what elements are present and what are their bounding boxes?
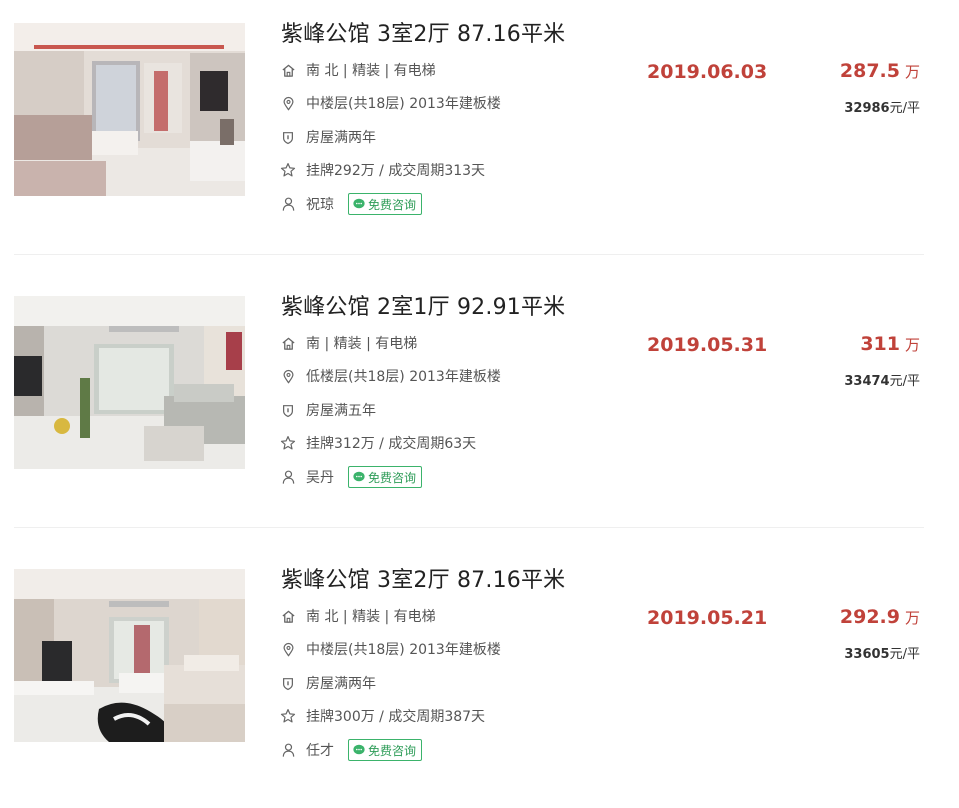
star-icon xyxy=(280,162,296,178)
total-price-unit: 万 xyxy=(904,336,920,354)
location-pin-icon xyxy=(280,95,296,111)
listing-photo[interactable] xyxy=(14,569,245,742)
floor-info-row: 低楼层(共18层) 2013年建板楼 xyxy=(280,365,501,387)
floor-info-text: 中楼层(共18层) 2013年建板楼 xyxy=(306,642,501,658)
deal-info-text: 挂牌292万 / 成交周期313天 xyxy=(306,163,486,179)
house-icon xyxy=(280,335,296,351)
listing-title[interactable]: 紫峰公馆 3室2厅 87.16平米 xyxy=(281,562,565,594)
house-info-text: 南 北 | 精装 | 有电梯 xyxy=(306,609,436,625)
house-info-text: 南 北 | 精装 | 有电梯 xyxy=(306,63,436,79)
shield-icon xyxy=(280,402,296,418)
free-consult-label: 免费咨询 xyxy=(368,470,417,485)
total-price-value: 292.9 xyxy=(839,606,900,628)
unit-price-value: 33474 xyxy=(844,374,890,389)
agent-name[interactable]: 吴丹 xyxy=(306,467,334,487)
unit-price: 33474元/平 xyxy=(844,370,920,389)
total-price-unit: 万 xyxy=(904,63,920,81)
deal-info-text: 挂牌312万 / 成交周期63天 xyxy=(306,436,477,452)
listing-photo[interactable] xyxy=(14,23,245,196)
unit-price-value: 33605 xyxy=(844,647,890,662)
house-icon xyxy=(280,62,296,78)
agent-row: 吴丹 免费咨询 xyxy=(280,466,423,488)
person-icon xyxy=(280,196,296,212)
total-price: 287.5 万 xyxy=(840,60,920,82)
deal-date: 2019.05.21 xyxy=(647,607,768,629)
house-info-row: 南 北 | 精装 | 有电梯 xyxy=(280,605,436,627)
deal-info-text: 挂牌300万 / 成交周期387天 xyxy=(306,709,486,725)
listing-item[interactable]: 紫峰公馆 2室1厅 92.91平米 南 | 精装 | 有电梯 低楼层(共18层)… xyxy=(0,273,959,535)
listing-title[interactable]: 紫峰公馆 2室1厅 92.91平米 xyxy=(281,289,565,321)
unit-price-suffix: 元/平 xyxy=(889,374,920,389)
location-pin-icon xyxy=(280,641,296,657)
total-price-unit: 万 xyxy=(904,609,920,627)
unit-price-suffix: 元/平 xyxy=(889,647,920,662)
unit-price: 32986元/平 xyxy=(844,97,920,116)
total-price-value: 287.5 xyxy=(839,60,900,82)
unit-price-suffix: 元/平 xyxy=(889,101,920,116)
free-consult-label: 免费咨询 xyxy=(368,743,417,758)
shield-icon xyxy=(280,675,296,691)
divider xyxy=(14,254,924,255)
floor-info-row: 中楼层(共18层) 2013年建板楼 xyxy=(280,92,501,114)
floor-info-text: 低楼层(共18层) 2013年建板楼 xyxy=(306,369,501,385)
floor-info-row: 中楼层(共18层) 2013年建板楼 xyxy=(280,638,501,660)
tax-info-text: 房屋满两年 xyxy=(306,130,376,146)
agent-row: 祝琼 免费咨询 xyxy=(280,193,423,215)
listing-title[interactable]: 紫峰公馆 3室2厅 87.16平米 xyxy=(281,16,565,48)
deal-date: 2019.06.03 xyxy=(647,61,768,83)
shield-icon xyxy=(280,129,296,145)
total-price: 292.9 万 xyxy=(840,606,920,628)
star-icon xyxy=(280,708,296,724)
agent-name[interactable]: 任才 xyxy=(306,740,334,760)
location-pin-icon xyxy=(280,368,296,384)
free-consult-button[interactable]: 免费咨询 xyxy=(348,466,423,488)
deal-info-row: 挂牌292万 / 成交周期313天 xyxy=(280,159,485,181)
free-consult-label: 免费咨询 xyxy=(368,197,417,212)
listing-item[interactable]: 紫峰公馆 3室2厅 87.16平米 南 北 | 精装 | 有电梯 中楼层(共18… xyxy=(0,0,959,262)
free-consult-button[interactable]: 免费咨询 xyxy=(348,739,423,761)
chat-bubble-icon xyxy=(353,198,365,209)
deal-date: 2019.05.31 xyxy=(647,334,768,356)
free-consult-button[interactable]: 免费咨询 xyxy=(348,193,423,215)
person-icon xyxy=(280,742,296,758)
total-price: 311 万 xyxy=(860,333,920,355)
deal-info-row: 挂牌300万 / 成交周期387天 xyxy=(280,705,485,727)
chat-bubble-icon xyxy=(353,744,365,755)
person-icon xyxy=(280,469,296,485)
divider xyxy=(14,527,924,528)
agent-row: 任才 免费咨询 xyxy=(280,739,423,761)
tax-info-text: 房屋满两年 xyxy=(306,676,376,692)
listing-photo[interactable] xyxy=(14,296,245,469)
house-info-row: 南 | 精装 | 有电梯 xyxy=(280,332,417,354)
tax-info-row: 房屋满两年 xyxy=(280,672,376,694)
total-price-value: 311 xyxy=(860,333,900,355)
unit-price-value: 32986 xyxy=(844,101,890,116)
tax-info-row: 房屋满两年 xyxy=(280,126,376,148)
floor-info-text: 中楼层(共18层) 2013年建板楼 xyxy=(306,96,501,112)
house-info-text: 南 | 精装 | 有电梯 xyxy=(306,336,418,352)
star-icon xyxy=(280,435,296,451)
house-info-row: 南 北 | 精装 | 有电梯 xyxy=(280,59,436,81)
tax-info-text: 房屋满五年 xyxy=(306,403,376,419)
deal-info-row: 挂牌312万 / 成交周期63天 xyxy=(280,432,476,454)
agent-name[interactable]: 祝琼 xyxy=(306,194,334,214)
unit-price: 33605元/平 xyxy=(844,643,920,662)
house-icon xyxy=(280,608,296,624)
listing-item[interactable]: 紫峰公馆 3室2厅 87.16平米 南 北 | 精装 | 有电梯 中楼层(共18… xyxy=(0,546,959,808)
tax-info-row: 房屋满五年 xyxy=(280,399,376,421)
chat-bubble-icon xyxy=(353,471,365,482)
